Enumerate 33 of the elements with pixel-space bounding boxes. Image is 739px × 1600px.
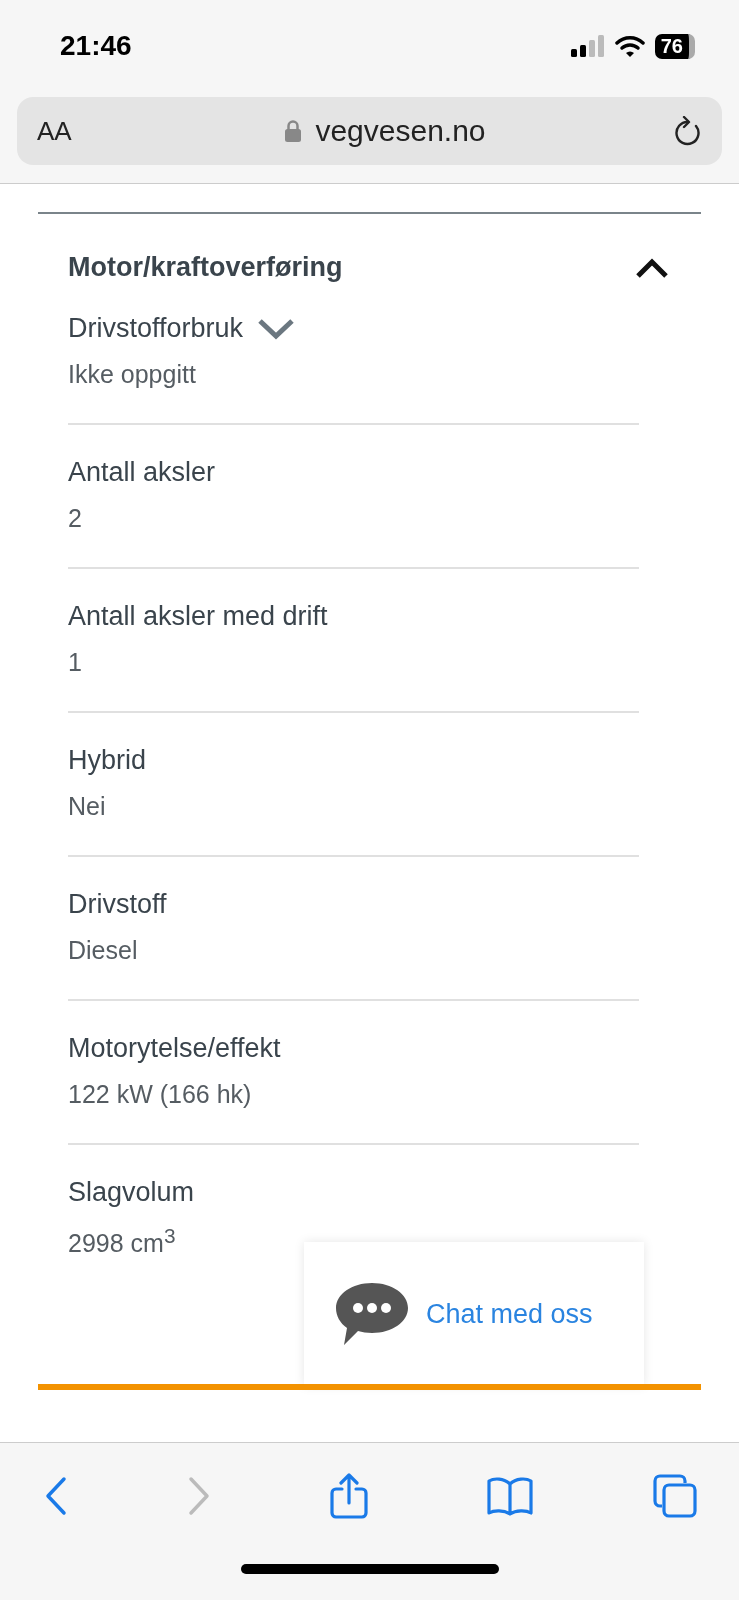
field-label: Motorytelse/effekt — [68, 1033, 281, 1064]
back-icon[interactable] — [44, 1475, 68, 1516]
chat-link[interactable]: Chat med oss — [426, 1298, 593, 1330]
wifi-icon — [614, 35, 645, 57]
field-value: Nei — [68, 792, 107, 821]
field-label: Antall aksler — [68, 457, 216, 488]
chevron-icon — [635, 256, 669, 279]
lock-icon — [285, 120, 302, 142]
field-label: Antall aksler med drift — [68, 601, 328, 632]
field-value: 122 kW (166 hk) — [68, 1080, 253, 1109]
battery-indicator: 76 — [654, 33, 695, 59]
reload-icon[interactable] — [674, 116, 702, 146]
chat-card[interactable]: Chat med oss — [304, 1242, 644, 1386]
section-header[interactable]: Motor/kraftoverføring — [68, 214, 671, 303]
url-text: vegvesen.no — [315, 114, 486, 148]
signal-icon — [570, 35, 605, 57]
field-label: Drivstofforbruk — [68, 313, 244, 344]
status-time: 21:46 — [60, 30, 132, 62]
field-label: Drivstoff — [68, 889, 167, 920]
field-value: 2998 cm$^{3}$ — [68, 1224, 177, 1259]
chat-bubble-icon — [334, 1281, 410, 1347]
field-label: Slagvolum — [68, 1177, 195, 1208]
field-value: 2 — [68, 504, 83, 533]
address-bar[interactable]: AA vegvesen.no — [17, 97, 722, 165]
share-icon[interactable] — [329, 1472, 368, 1519]
field-label: Hybrid — [68, 745, 147, 776]
tabs-icon[interactable] — [653, 1473, 697, 1518]
field-value: 1 — [68, 648, 83, 677]
field-value: Ikke oppgitt — [68, 360, 197, 389]
book-icon[interactable] — [486, 1475, 535, 1516]
field-value: Diesel — [68, 936, 139, 965]
chevron-down-icon[interactable] — [257, 317, 296, 340]
text-size-button[interactable]: AA — [37, 115, 97, 147]
